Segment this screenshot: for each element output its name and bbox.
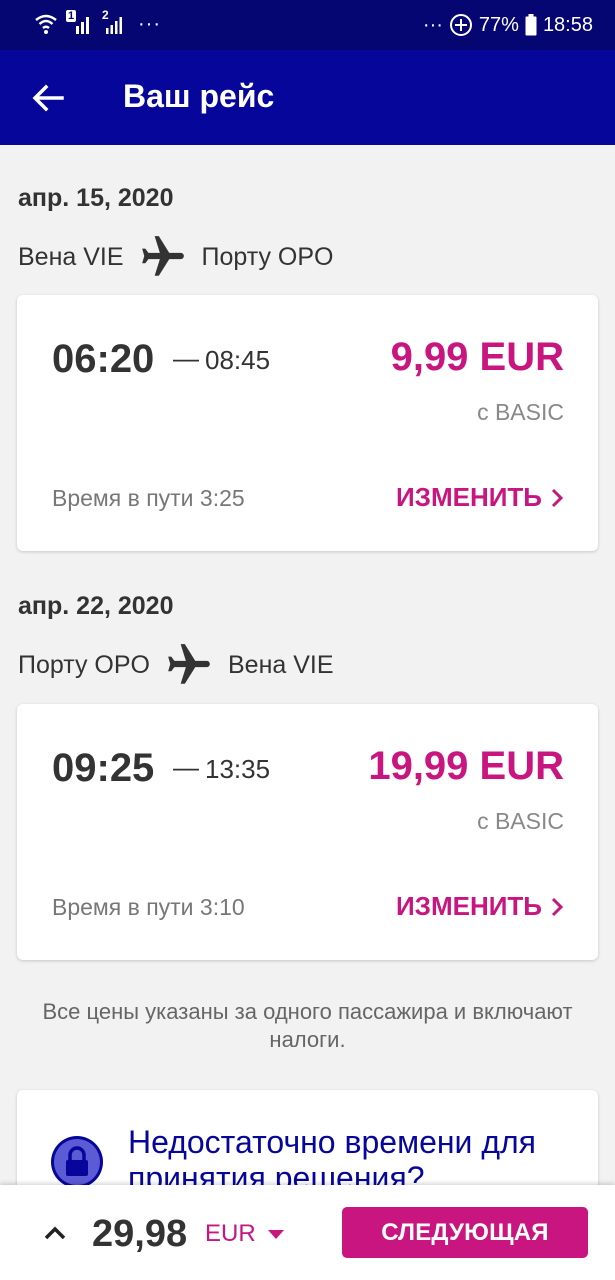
more-indicator: ··· [138,12,161,35]
flight-price: 9,99 EUR [390,335,564,379]
sim2-label: 2 [102,8,109,22]
flight-duration: Время в пути 3:25 [52,485,245,511]
origin: Вена VIE [18,242,124,271]
clock: 18:58 [542,13,593,36]
chevron-up-icon[interactable] [42,1223,68,1243]
time-separator: — [173,752,199,782]
page-title: Ваш рейс [123,78,275,114]
flight-date: апр. 22, 2020 [18,592,174,620]
time-separator: — [173,343,199,373]
change-flight-button[interactable]: ИЗМЕНИТЬ [396,891,564,922]
destination: Вена VIE [227,650,334,679]
arrival-time: 13:35 [205,754,271,784]
sim1-label: 1 [66,10,76,22]
fare-type: с BASIC [477,808,564,834]
more-indicator: ··· [422,13,443,36]
chevron-right-icon [551,488,564,507]
add-circle-icon [449,14,472,36]
destination: Порту OPO [201,242,334,271]
origin: Порту OPO [18,650,150,679]
currency-label: EUR [205,1220,256,1247]
app-bar: Ваш рейс [0,50,615,145]
departure-time: 09:25 [52,746,155,790]
price-note: Все цены указаны за одного пассажира и в… [42,999,573,1052]
airplane-icon [168,644,210,684]
back-arrow-icon[interactable] [30,80,66,116]
change-label: ИЗМЕНИТЬ [395,482,542,512]
bottom-bar: 29,98 EUR СЛЕДУЮЩАЯ [0,1185,615,1280]
change-label: ИЗМЕНИТЬ [395,891,542,921]
departure-time: 06:20 [52,337,155,381]
battery-percent: 77% [478,13,519,36]
signal-icon: 1 [66,10,92,36]
wifi-icon [35,14,57,34]
flight-price: 19,99 EUR [368,744,564,788]
total-price: 29,98 [92,1213,188,1255]
status-right: ··· 77% 18:58 [423,13,593,37]
currency-selector[interactable]: EUR [205,1220,284,1248]
signal-icon: 2 [100,8,126,36]
airplane-icon [141,236,184,276]
flight-route: Порту OPO Вена VIE [18,640,334,690]
flight-date: апр. 15, 2020 [18,184,174,212]
flight-card[interactable]: 06:20 — 08:45 9,99 EUR с BASIC Время в п… [17,295,598,551]
change-flight-button[interactable]: ИЗМЕНИТЬ [396,482,564,513]
status-bar: 1 2 ··· ··· 77% 18:58 [0,0,615,50]
flight-route: Вена VIE Порту OPO [18,232,334,282]
flight-duration: Время в пути 3:10 [52,894,245,920]
status-left: 1 2 ··· [34,8,161,36]
dropdown-triangle-icon [267,1229,284,1239]
next-button[interactable]: СЛЕДУЮЩАЯ [342,1207,588,1258]
chevron-right-icon [551,897,564,916]
flight-card[interactable]: 09:25 — 13:35 19,99 EUR с BASIC Время в … [17,704,598,960]
arrival-time: 08:45 [205,345,271,375]
fare-type: с BASIC [477,399,564,425]
battery-icon [525,14,537,36]
lock-icon [51,1136,103,1188]
